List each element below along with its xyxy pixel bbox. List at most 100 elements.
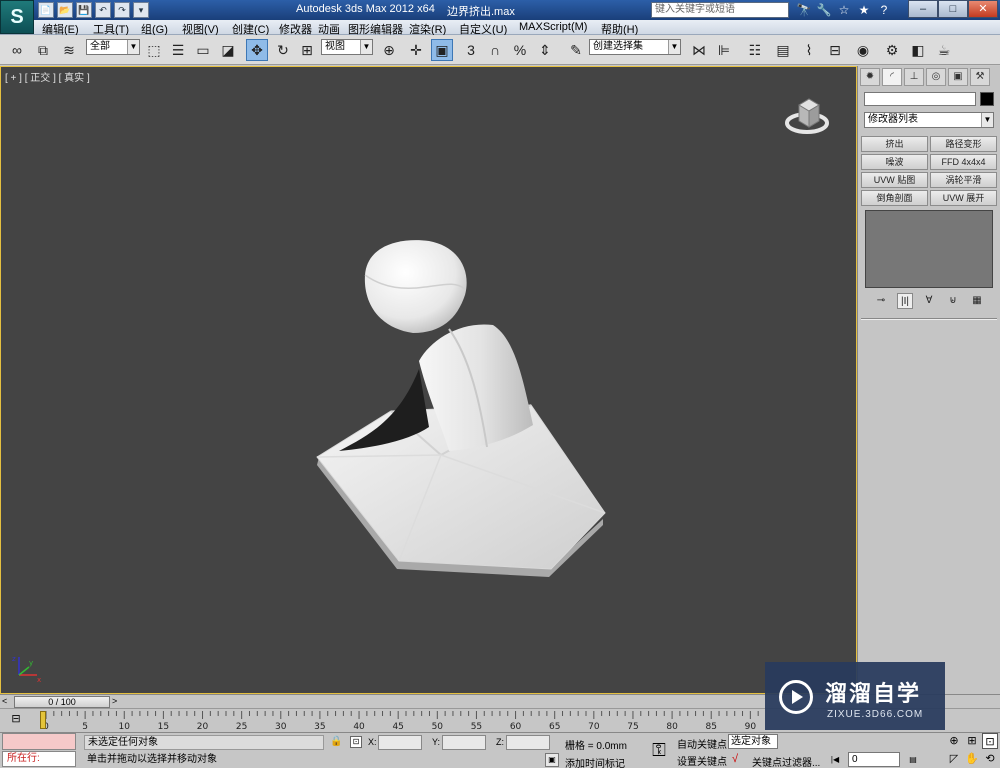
minimize-button[interactable]: –: [908, 0, 938, 18]
app-logo-button[interactable]: S: [0, 0, 34, 34]
render-production-icon[interactable]: ☕: [933, 39, 955, 61]
y-coordinate-field[interactable]: [442, 735, 486, 750]
zoom-icon[interactable]: ⊕: [946, 733, 962, 749]
current-frame-field[interactable]: 0: [848, 752, 900, 767]
pivot-center-icon[interactable]: ⊕: [378, 39, 400, 61]
select-and-scale-icon[interactable]: ⊞: [296, 39, 318, 61]
trackbar-ruler[interactable]: 0 5 10 15 20 25 30 35 40 45 50 55 60 65 70 75 80 85 90: [44, 711, 764, 731]
select-and-move-icon[interactable]: ✥: [246, 39, 268, 61]
tab-hierarchy[interactable]: ⊥: [904, 68, 924, 86]
layer-manager-icon[interactable]: ☷: [744, 39, 766, 61]
modifier-stack-view[interactable]: [865, 210, 993, 288]
tab-display[interactable]: ▣: [948, 68, 968, 86]
current-frame-marker[interactable]: [40, 711, 46, 729]
key-filters-button[interactable]: 关键点过滤器...: [752, 754, 820, 768]
save-file-icon[interactable]: 💾: [76, 2, 92, 18]
absolute-mode-icon[interactable]: ⊡: [350, 736, 362, 748]
add-time-tag-icon[interactable]: ▣: [545, 753, 559, 767]
modifier-ffd-button[interactable]: FFD 4x4x4: [930, 154, 997, 170]
graphite-ribbon-icon[interactable]: ▤: [772, 39, 794, 61]
redo-icon[interactable]: ↷: [114, 2, 130, 18]
mini-curve-editor-icon[interactable]: ⊟: [6, 712, 26, 728]
snaps-toggle-icon[interactable]: 3: [460, 39, 482, 61]
set-key-icon[interactable]: ⚿: [646, 739, 672, 761]
modifier-bevel-profile-button[interactable]: 倒角剖面: [861, 190, 928, 206]
auto-key-button[interactable]: 自动关键点: [677, 736, 727, 751]
key-filter-curve-icon[interactable]: √: [732, 753, 746, 767]
time-slider-prev-icon[interactable]: <: [2, 696, 12, 708]
help-icon[interactable]: ?: [876, 2, 892, 18]
modifier-turbosmooth-button[interactable]: 涡轮平滑: [930, 172, 997, 188]
tab-motion[interactable]: ◎: [926, 68, 946, 86]
viewport-label[interactable]: [ + ] [ 正交 ] [ 真实 ]: [5, 69, 90, 84]
make-unique-icon[interactable]: ∀: [921, 293, 937, 309]
star-icon[interactable]: ★: [856, 2, 872, 18]
object-name-field[interactable]: [864, 92, 976, 106]
select-object-icon[interactable]: ⬚: [143, 39, 165, 61]
bind-spacewarp-icon[interactable]: ≋: [58, 39, 80, 61]
new-file-icon[interactable]: 📄: [38, 2, 54, 18]
modifier-extrude-button[interactable]: 挤出: [861, 136, 928, 152]
keyboard-shortcut-override-icon[interactable]: ▣: [431, 39, 453, 61]
x-coordinate-field[interactable]: [378, 735, 422, 750]
z-coordinate-field[interactable]: [506, 735, 550, 750]
zoom-all-icon[interactable]: ⊞: [964, 733, 980, 749]
named-selection-set-dropdown[interactable]: 创建选择集 ▼: [589, 39, 681, 55]
rendered-frame-window-icon[interactable]: ◧: [907, 39, 929, 61]
modifier-path-deform-button[interactable]: 路径变形: [930, 136, 997, 152]
edit-named-selection-icon[interactable]: ✎: [565, 39, 587, 61]
quick-access-dropdown-icon[interactable]: ▾: [133, 2, 149, 18]
unlink-icon[interactable]: ⧉: [32, 39, 54, 61]
percent-snap-icon[interactable]: %: [509, 39, 531, 61]
key-target-dropdown[interactable]: 选定对象: [728, 734, 778, 749]
render-setup-icon[interactable]: ⚙: [881, 39, 903, 61]
maxscript-listener-input[interactable]: [2, 733, 76, 750]
set-key-button[interactable]: 设置关键点: [677, 753, 727, 768]
close-button[interactable]: ✕: [968, 0, 998, 18]
modifier-list-dropdown[interactable]: 修改器列表 ▼: [864, 112, 994, 128]
go-to-start-icon[interactable]: |◀: [828, 753, 842, 767]
angle-snap-icon[interactable]: ∩: [484, 39, 506, 61]
wrench-icon[interactable]: 🔧: [816, 2, 832, 18]
tab-utilities[interactable]: ⚒: [970, 68, 990, 86]
select-and-rotate-icon[interactable]: ↻: [272, 39, 294, 61]
field-of-view-icon[interactable]: ◸: [946, 751, 962, 767]
modifier-unwrap-uvw-button[interactable]: UVW 展开: [930, 190, 997, 206]
selection-filter-dropdown[interactable]: 全部 ▼: [86, 39, 140, 55]
open-file-icon[interactable]: 📂: [57, 2, 73, 18]
material-editor-icon[interactable]: ◉: [852, 39, 874, 61]
curve-editor-icon[interactable]: ⌇: [798, 39, 820, 61]
extruded-3d-model[interactable]: [301, 229, 621, 659]
zoom-extents-icon[interactable]: ⊡: [982, 733, 998, 749]
spinner-snap-icon[interactable]: ⇕: [534, 39, 556, 61]
manipulate-icon[interactable]: ✛: [405, 39, 427, 61]
time-config-icon[interactable]: ▤: [906, 753, 920, 767]
favorites-icon[interactable]: ☆: [836, 2, 852, 18]
tab-create[interactable]: ✹: [860, 68, 880, 86]
perspective-viewport[interactable]: [ + ] [ 正交 ] [ 真实 ] x y z: [0, 66, 857, 694]
undo-icon[interactable]: ↶: [95, 2, 111, 18]
orbit-icon[interactable]: ⟲: [982, 751, 998, 767]
tab-modify[interactable]: ◜: [882, 68, 902, 86]
modifier-uvw-map-button[interactable]: UVW 贴图: [861, 172, 928, 188]
show-end-result-icon[interactable]: |I|: [897, 293, 913, 309]
maximize-button[interactable]: □: [938, 0, 968, 18]
remove-modifier-icon[interactable]: ⊌: [945, 293, 961, 309]
schematic-view-icon[interactable]: ⊟: [824, 39, 846, 61]
time-slider-thumb[interactable]: 0 / 100: [14, 696, 110, 708]
binoculars-icon[interactable]: 🔭: [796, 2, 812, 18]
viewcube-icon[interactable]: [783, 91, 831, 139]
menu-maxscript[interactable]: MAXScript(M): [519, 21, 587, 33]
rectangular-selection-icon[interactable]: ▭: [192, 39, 214, 61]
reference-coordinate-dropdown[interactable]: 视图 ▼: [321, 39, 373, 55]
selection-lock-icon[interactable]: 🔒: [330, 736, 342, 748]
select-by-name-icon[interactable]: ☰: [167, 39, 189, 61]
align-icon[interactable]: ⊫: [713, 39, 735, 61]
add-time-tag-button[interactable]: 添加时间标记: [565, 755, 625, 768]
mirror-icon[interactable]: ⋈: [688, 39, 710, 61]
time-slider-next-icon[interactable]: >: [112, 696, 122, 708]
link-icon[interactable]: ∞: [6, 39, 28, 61]
object-color-swatch[interactable]: [980, 92, 994, 106]
pan-view-icon[interactable]: ✋: [964, 751, 980, 767]
modifier-noise-button[interactable]: 噪波: [861, 154, 928, 170]
